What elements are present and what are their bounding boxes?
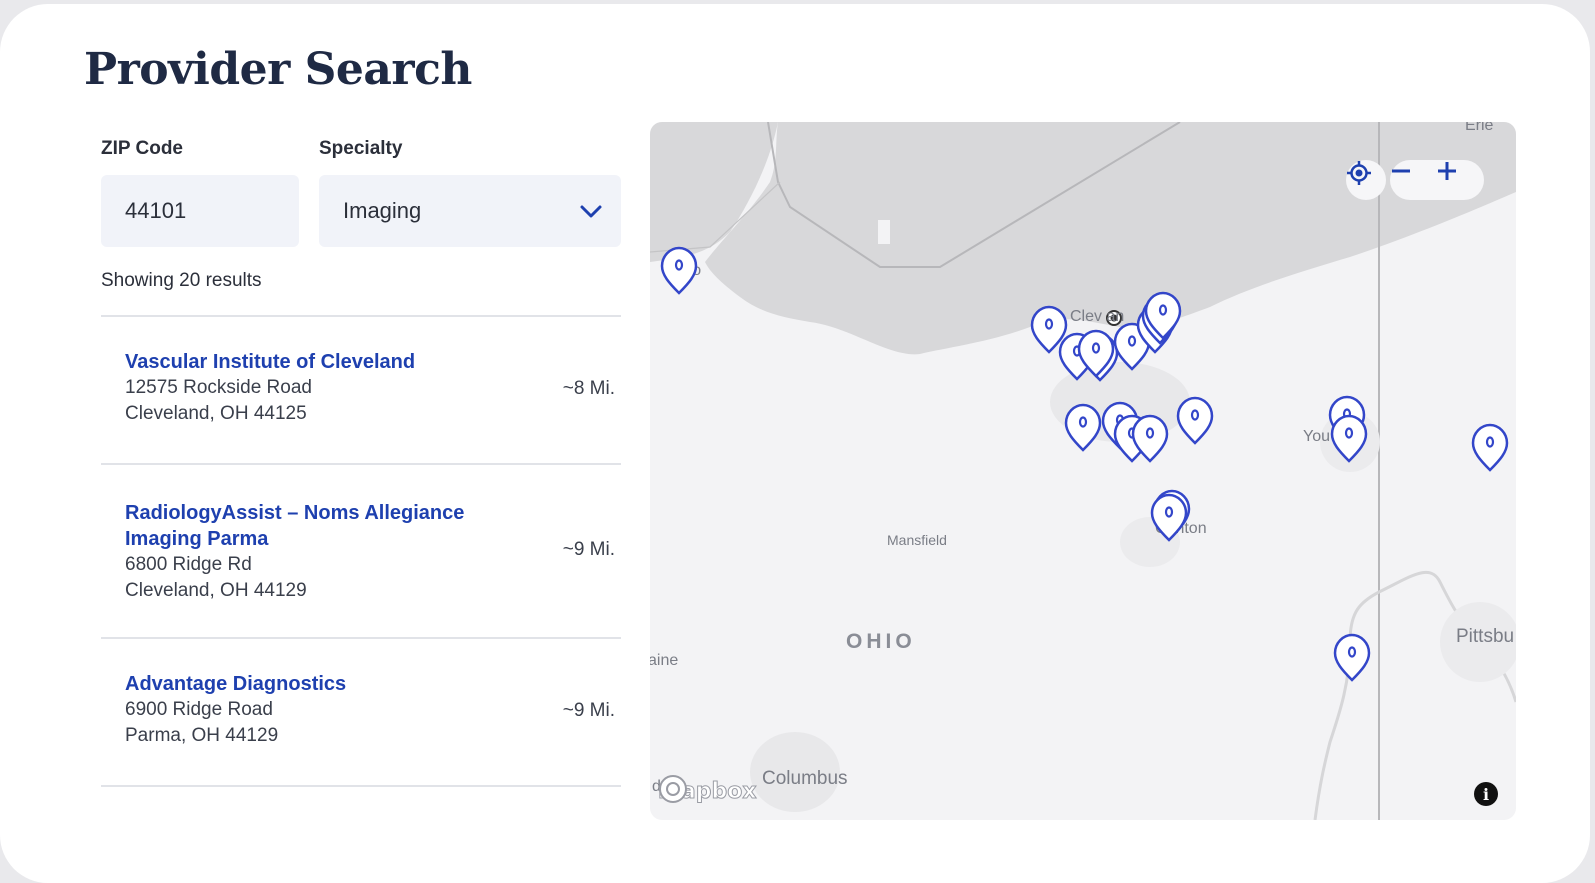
result-address-line1: 12575 Rockside Road xyxy=(125,377,312,398)
map-label-mansfield: Mansfield xyxy=(887,532,947,548)
map-label-youngstown: You own xyxy=(1303,428,1364,445)
results-count: Showing 20 results xyxy=(101,270,262,291)
result-address-line2: Cleveland, OH 44129 xyxy=(125,580,307,601)
result-address-line2: Cleveland, OH 44125 xyxy=(125,403,307,424)
map-label-lorain: aine xyxy=(650,652,679,669)
result-name[interactable]: Advantage Diagnostics xyxy=(125,671,545,697)
specialty-label: Specialty xyxy=(319,138,403,159)
result-address-line2: Parma, OH 44129 xyxy=(125,725,279,746)
result-item[interactable]: Vascular Institute of Cleveland 12575 Ro… xyxy=(101,317,621,463)
map-label-ohio: OHIO xyxy=(846,630,916,653)
result-name[interactable]: Vascular Institute of Cleveland xyxy=(125,349,545,375)
page-title: Provider Search xyxy=(84,44,472,95)
result-item[interactable]: RadiologyAssist – Noms Allegiance Imagin… xyxy=(101,465,621,637)
map-label-erie: Erie xyxy=(1465,122,1494,134)
result-address-line1: 6800 Ridge Rd xyxy=(125,554,252,575)
plus-icon xyxy=(1438,162,1456,180)
chevron-down-icon xyxy=(580,205,602,218)
info-icon[interactable]: i xyxy=(1474,782,1498,806)
map-label-cleveland: Clev an xyxy=(1070,308,1125,325)
minus-icon xyxy=(1392,169,1410,173)
specialty-value: Imaging xyxy=(343,198,422,223)
result-address-line1: 6900 Ridge Road xyxy=(125,699,273,720)
zoom-in-button[interactable] xyxy=(1436,160,1476,200)
zoom-out-button[interactable] xyxy=(1390,160,1430,200)
map-label-columbus: Columbus xyxy=(762,768,848,789)
result-distance: ~8 Mi. xyxy=(562,378,615,399)
result-distance: ~9 Mi. xyxy=(562,700,615,721)
divider xyxy=(101,785,621,787)
map-label-pittsburgh: Pittsbu xyxy=(1456,626,1515,647)
mapbox-logo[interactable]: mapbox xyxy=(658,774,757,808)
specialty-select[interactable]: Imaging xyxy=(319,175,621,247)
mapbox-icon xyxy=(659,775,687,803)
zip-input[interactable]: 44101 xyxy=(101,175,299,247)
zoom-controls xyxy=(1390,160,1484,200)
map-canvas xyxy=(650,122,1516,820)
result-distance: ~9 Mi. xyxy=(562,539,615,560)
map[interactable]: Erie To do Clev an n You own Canton Mans… xyxy=(650,122,1516,820)
zip-value: 44101 xyxy=(125,198,187,223)
locate-button[interactable] xyxy=(1346,160,1386,200)
map-label-akron: n xyxy=(1150,434,1159,451)
zip-label: ZIP Code xyxy=(101,138,183,159)
map-label-canton: Canton xyxy=(1155,520,1207,537)
crosshair-icon xyxy=(1347,161,1371,185)
result-name[interactable]: RadiologyAssist – Noms Allegiance Imagin… xyxy=(125,500,545,552)
result-item[interactable]: Advantage Diagnostics 6900 Ridge Road Pa… xyxy=(101,639,621,785)
map-label-toledo: To do xyxy=(662,262,702,279)
